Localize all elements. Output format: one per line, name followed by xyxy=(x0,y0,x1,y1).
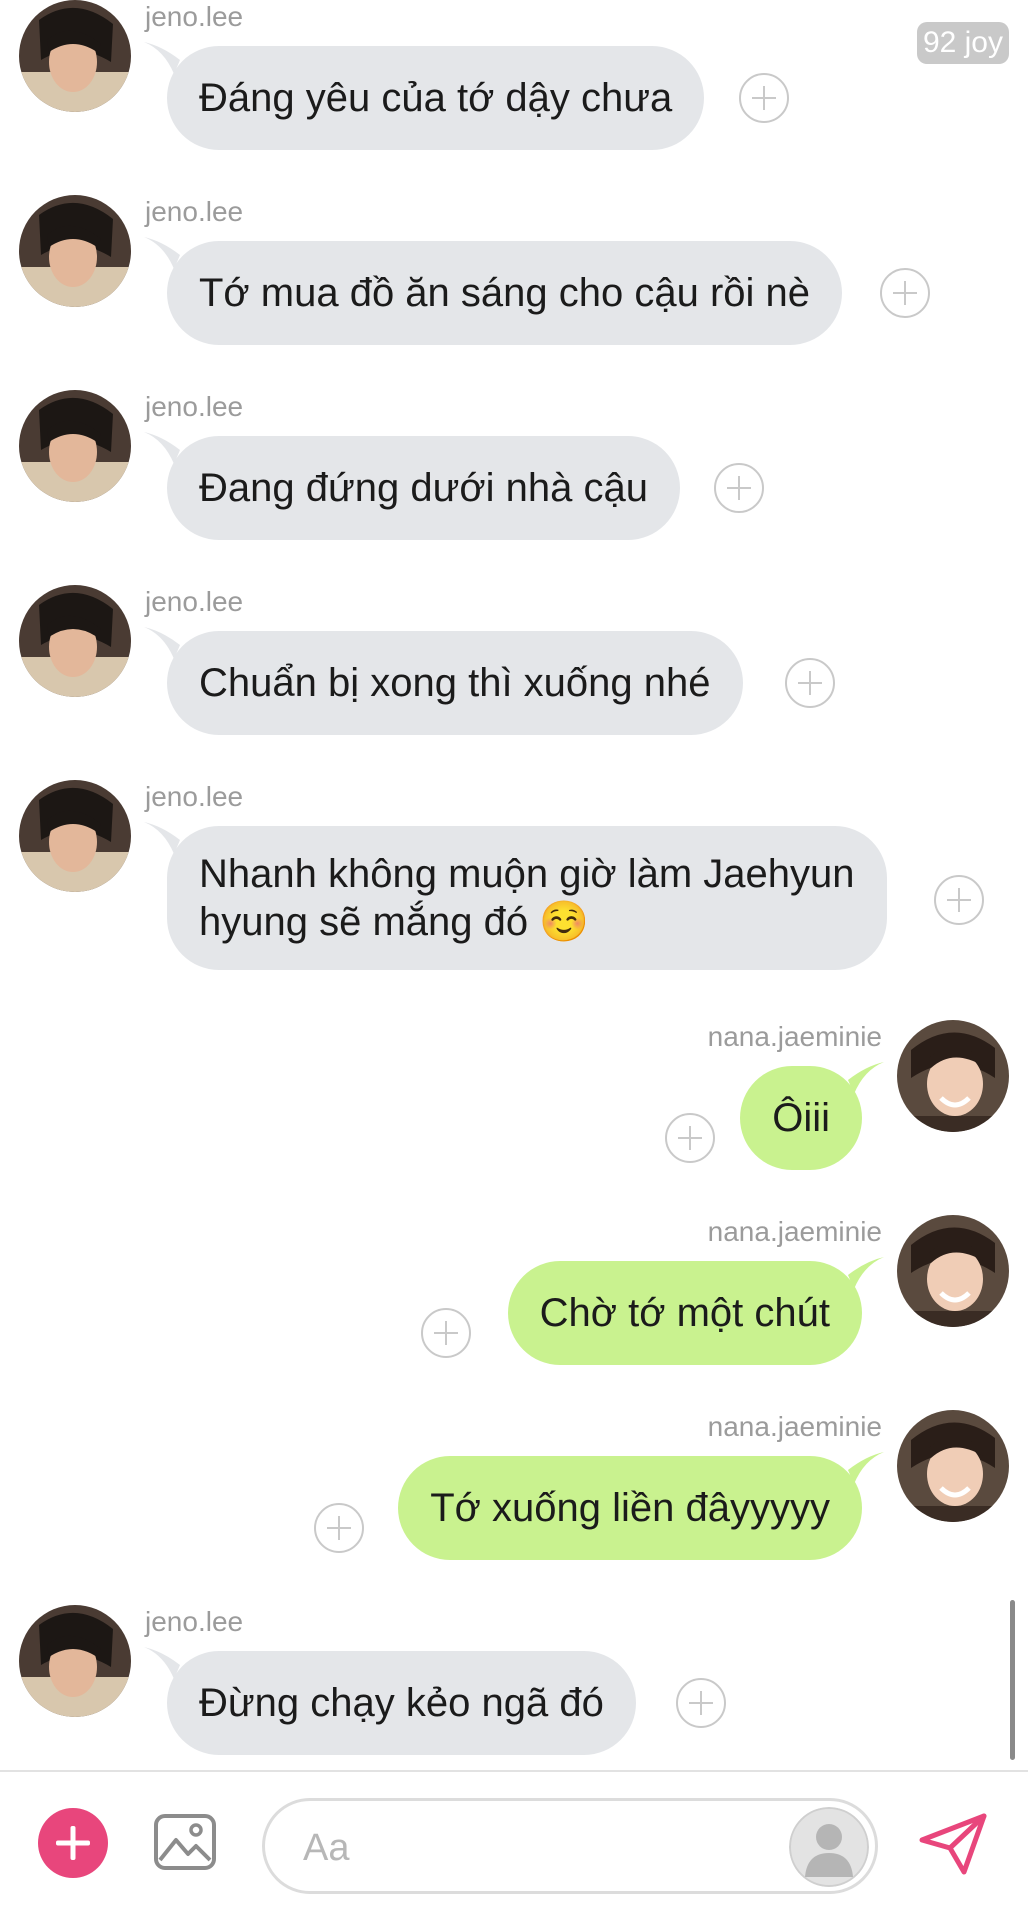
add-reaction-plus-icon[interactable] xyxy=(676,1678,726,1728)
add-reaction-plus-icon[interactable] xyxy=(714,463,764,513)
message-bubble[interactable]: Đang đứng dưới nhà cậu xyxy=(167,436,680,540)
avatar-jeno[interactable] xyxy=(19,1605,131,1717)
add-reaction-plus-icon[interactable] xyxy=(314,1503,364,1553)
message-bubble[interactable]: Nhanh không muộn giờ làm Jaehyun hyung s… xyxy=(167,826,887,970)
sender-name: nana.jaeminie xyxy=(707,1411,882,1442)
plus-icon[interactable] xyxy=(38,1808,108,1878)
add-reaction-plus-icon[interactable] xyxy=(739,73,789,123)
avatar-jeno[interactable] xyxy=(19,0,131,112)
avatar-jeno[interactable] xyxy=(19,585,131,697)
add-reaction-plus-icon[interactable] xyxy=(421,1308,471,1358)
message-bubble[interactable]: Đáng yêu của tớ dậy chưa xyxy=(167,46,705,150)
sender-name: nana.jaeminie xyxy=(707,1021,882,1052)
message-bubble[interactable]: Tớ xuống liền đâyyyyy xyxy=(398,1456,862,1560)
avatar-jeno[interactable] xyxy=(19,390,131,502)
message-input[interactable] xyxy=(301,1819,735,1877)
message-list[interactable]: jeno.lee Đáng yêu của tớ dậy chưa jeno.l… xyxy=(0,0,1028,1770)
message-bubble[interactable]: Chờ tớ một chút xyxy=(507,1261,862,1365)
message-bubble[interactable]: Chuẩn bị xong thì xuống nhé xyxy=(167,631,743,735)
user-silhouette-icon[interactable] xyxy=(789,1807,869,1887)
message-input-container[interactable] xyxy=(262,1798,878,1894)
chat-screen: 92 joy jeno.lee Đáng yêu của tớ dậy chưa xyxy=(0,0,1028,1920)
add-reaction-plus-icon[interactable] xyxy=(934,875,984,925)
image-icon[interactable] xyxy=(152,1810,218,1876)
message-bubble[interactable]: Tớ mua đồ ăn sáng cho cậu rồi nè xyxy=(167,241,843,345)
sender-name: jeno.lee xyxy=(145,196,244,227)
add-reaction-plus-icon[interactable] xyxy=(880,268,930,318)
message-bubble[interactable]: Ôiii xyxy=(740,1066,862,1170)
scrollbar[interactable] xyxy=(1010,1600,1015,1760)
sender-name: jeno.lee xyxy=(145,391,244,422)
avatar-nana[interactable] xyxy=(897,1020,1009,1132)
avatar-jeno[interactable] xyxy=(19,195,131,307)
sender-name: jeno.lee xyxy=(145,586,244,617)
sender-name: nana.jaeminie xyxy=(707,1216,882,1247)
composer-bar xyxy=(0,1772,1028,1920)
avatar-nana[interactable] xyxy=(897,1410,1009,1522)
add-reaction-plus-icon[interactable] xyxy=(785,658,835,708)
add-reaction-plus-icon[interactable] xyxy=(665,1113,715,1163)
sender-name: jeno.lee xyxy=(145,781,244,812)
sender-name: jeno.lee xyxy=(145,1606,244,1637)
sender-name: jeno.lee xyxy=(145,1,244,32)
avatar-nana[interactable] xyxy=(897,1215,1009,1327)
avatar-jeno[interactable] xyxy=(19,780,131,892)
message-bubble[interactable]: Đừng chạy kẻo ngã đó xyxy=(167,1651,636,1755)
paper-plane-icon[interactable] xyxy=(918,1812,988,1876)
